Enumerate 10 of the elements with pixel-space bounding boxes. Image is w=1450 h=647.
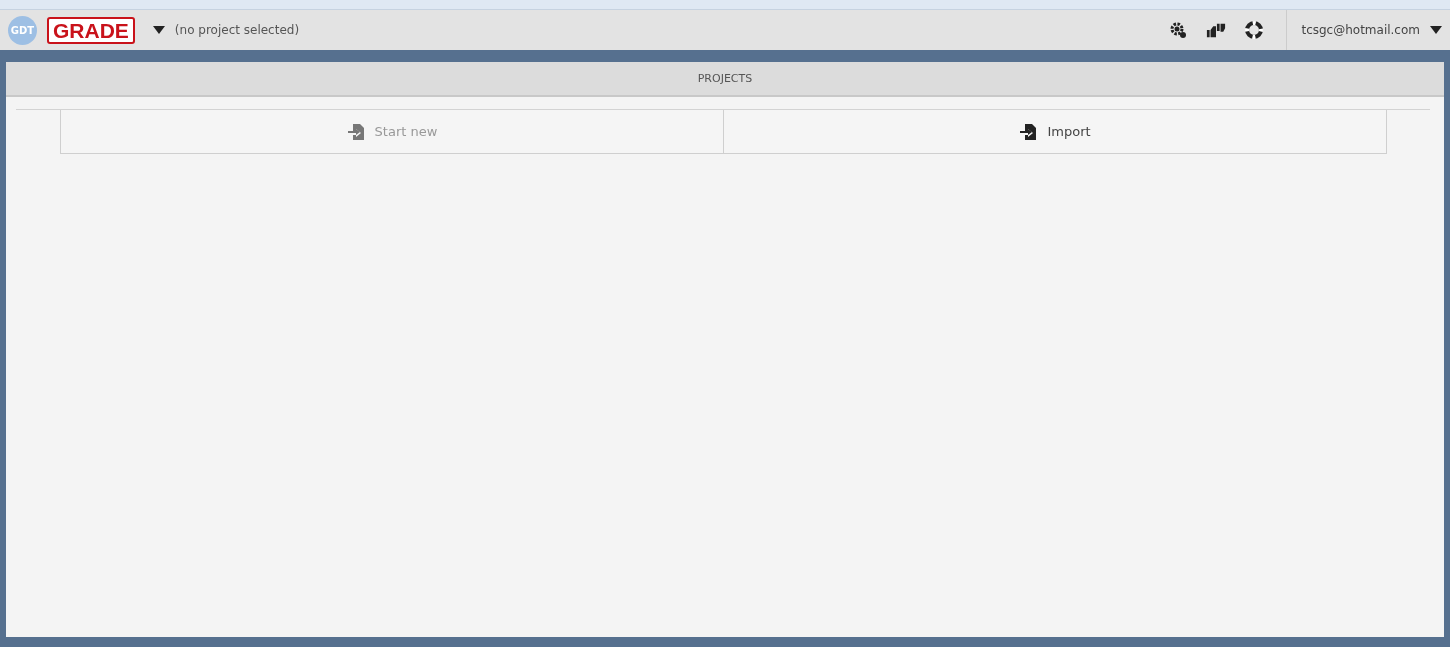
panel-title: PROJECTS bbox=[6, 62, 1444, 97]
file-import-icon bbox=[1019, 122, 1038, 141]
help-lifebuoy-icon[interactable] bbox=[1244, 20, 1265, 40]
project-selector[interactable]: (no project selected) bbox=[174, 23, 300, 37]
caret-icon[interactable] bbox=[1430, 26, 1442, 34]
user-email[interactable]: tcsgc@hotmail.com bbox=[1301, 23, 1420, 37]
caret-icon[interactable] bbox=[152, 26, 165, 34]
logo-badge: GDT bbox=[8, 15, 37, 45]
file-import-icon bbox=[346, 122, 365, 141]
app-logo: GRADE bbox=[47, 16, 135, 44]
